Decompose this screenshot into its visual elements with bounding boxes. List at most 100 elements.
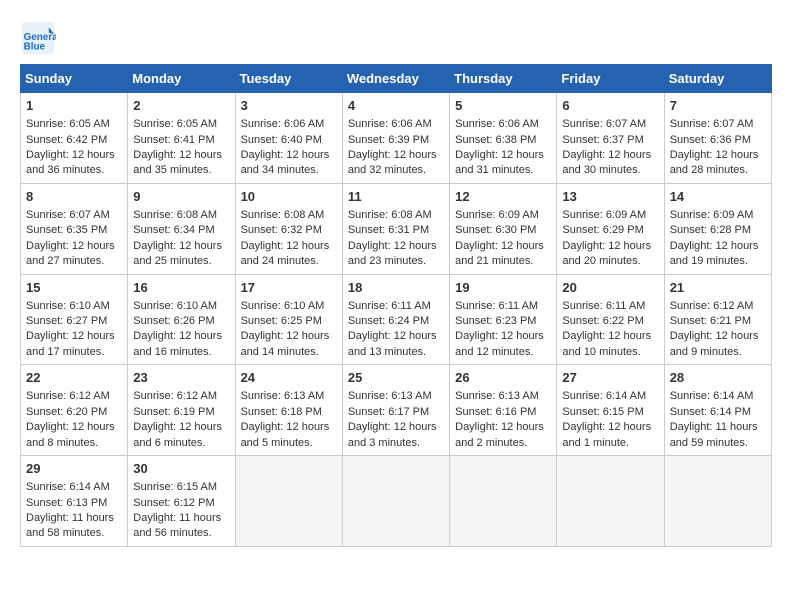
day-number: 22: [26, 369, 122, 387]
calendar-row-week-4: 22Sunrise: 6:12 AMSunset: 6:20 PMDayligh…: [21, 365, 772, 456]
sunrise-text: Sunrise: 6:08 AM: [348, 208, 444, 223]
sunset-text: Sunset: 6:35 PM: [26, 223, 122, 238]
day-number: 19: [455, 279, 551, 297]
sunrise-text: Sunrise: 6:14 AM: [562, 389, 658, 404]
daylight-text: Daylight: 12 hours and 25 minutes.: [133, 239, 229, 270]
daylight-text: Daylight: 12 hours and 21 minutes.: [455, 239, 551, 270]
calendar-row-week-1: 1Sunrise: 6:05 AMSunset: 6:42 PMDaylight…: [21, 93, 772, 184]
svg-text:Blue: Blue: [24, 42, 46, 53]
day-number: 7: [670, 97, 766, 115]
daylight-text: Daylight: 11 hours and 56 minutes.: [133, 511, 229, 542]
daylight-text: Daylight: 12 hours and 5 minutes.: [241, 420, 337, 451]
sunrise-text: Sunrise: 6:15 AM: [133, 480, 229, 495]
sunrise-text: Sunrise: 6:13 AM: [455, 389, 551, 404]
col-header-thursday: Thursday: [450, 65, 557, 93]
day-number: 8: [26, 188, 122, 206]
calendar-cell: 13Sunrise: 6:09 AMSunset: 6:29 PMDayligh…: [557, 183, 664, 274]
sunset-text: Sunset: 6:39 PM: [348, 133, 444, 148]
day-number: 10: [241, 188, 337, 206]
calendar: SundayMondayTuesdayWednesdayThursdayFrid…: [20, 64, 772, 547]
calendar-cell: 8Sunrise: 6:07 AMSunset: 6:35 PMDaylight…: [21, 183, 128, 274]
sunrise-text: Sunrise: 6:12 AM: [670, 299, 766, 314]
day-number: 16: [133, 279, 229, 297]
sunset-text: Sunset: 6:41 PM: [133, 133, 229, 148]
col-header-sunday: Sunday: [21, 65, 128, 93]
calendar-row-week-2: 8 Sunrise: 6:07 AMSunset: 6:35 PM Daylight…: [21, 183, 772, 274]
daylight-text: Daylight: 12 hours and 3 minutes.: [348, 420, 444, 451]
daylight-text: Daylight: 12 hours and 34 minutes.: [241, 148, 337, 179]
day-number: 21: [670, 279, 766, 297]
sunset-text: Sunset: 6:13 PM: [26, 496, 122, 511]
calendar-cell: 17Sunrise: 6:10 AMSunset: 6:25 PMDayligh…: [235, 274, 342, 365]
day-number: 18: [348, 279, 444, 297]
calendar-cell: 7Sunrise: 6:07 AMSunset: 6:36 PMDaylight…: [664, 93, 771, 184]
daylight-text: Daylight: 12 hours and 17 minutes.: [26, 329, 122, 360]
sunset-text: Sunset: 6:16 PM: [455, 405, 551, 420]
day-number: 29: [26, 460, 122, 478]
sunrise-text: Sunrise: 6:05 AM: [133, 117, 229, 132]
calendar-cell: 21Sunrise: 6:12 AMSunset: 6:21 PMDayligh…: [664, 274, 771, 365]
calendar-row-week-5: 29Sunrise: 6:14 AMSunset: 6:13 PMDayligh…: [21, 456, 772, 547]
day-number: 12: [455, 188, 551, 206]
sunset-text: Sunset: 6:40 PM: [241, 133, 337, 148]
calendar-cell: 3Sunrise: 6:06 AMSunset: 6:40 PMDaylight…: [235, 93, 342, 184]
daylight-text: Daylight: 11 hours and 58 minutes.: [26, 511, 122, 542]
header: General Blue: [20, 20, 772, 56]
daylight-text: Daylight: 12 hours and 8 minutes.: [26, 420, 122, 451]
daylight-text: Daylight: 12 hours and 12 minutes.: [455, 329, 551, 360]
calendar-cell: 1Sunrise: 6:05 AMSunset: 6:42 PMDaylight…: [21, 93, 128, 184]
day-number: 25: [348, 369, 444, 387]
calendar-row-week-3: 15Sunrise: 6:10 AMSunset: 6:27 PMDayligh…: [21, 274, 772, 365]
sunset-text: Sunset: 6:26 PM: [133, 314, 229, 329]
sunset-text: Sunset: 6:38 PM: [455, 133, 551, 148]
calendar-cell: 25Sunrise: 6:13 AMSunset: 6:17 PMDayligh…: [342, 365, 449, 456]
sunrise-text: Sunrise: 6:13 AM: [241, 389, 337, 404]
calendar-cell: 23Sunrise: 6:12 AMSunset: 6:19 PMDayligh…: [128, 365, 235, 456]
calendar-cell: 22Sunrise: 6:12 AMSunset: 6:20 PMDayligh…: [21, 365, 128, 456]
sunrise-text: Sunrise: 6:06 AM: [348, 117, 444, 132]
col-header-saturday: Saturday: [664, 65, 771, 93]
day-number: 6: [562, 97, 658, 115]
sunset-text: Sunset: 6:18 PM: [241, 405, 337, 420]
day-number: 11: [348, 188, 444, 206]
day-number: 17: [241, 279, 337, 297]
sunrise-text: Sunrise: 6:14 AM: [26, 480, 122, 495]
day-number: 9: [133, 188, 229, 206]
calendar-cell: [664, 456, 771, 547]
calendar-cell: [450, 456, 557, 547]
sunset-text: Sunset: 6:30 PM: [455, 223, 551, 238]
calendar-cell: 28Sunrise: 6:14 AMSunset: 6:14 PMDayligh…: [664, 365, 771, 456]
daylight-text: Daylight: 12 hours and 23 minutes.: [348, 239, 444, 270]
daylight-text: Daylight: 12 hours and 13 minutes.: [348, 329, 444, 360]
sunset-text: Sunset: 6:17 PM: [348, 405, 444, 420]
calendar-cell: 11 Sunrise: 6:08 AMSunset: 6:31 PMDayligh…: [342, 183, 449, 274]
sunrise-text: Sunrise: 6:05 AM: [26, 117, 122, 132]
daylight-text: Daylight: 12 hours and 20 minutes.: [562, 239, 658, 270]
calendar-cell: 30Sunrise: 6:15 AMSunset: 6:12 PMDayligh…: [128, 456, 235, 547]
day-number: 2: [133, 97, 229, 115]
day-number: 1: [26, 97, 122, 115]
daylight-text: Daylight: 11 hours and 59 minutes.: [670, 420, 766, 451]
day-number: 4: [348, 97, 444, 115]
sunrise-text: Sunrise: 6:11 AM: [455, 299, 551, 314]
day-number: 28: [670, 369, 766, 387]
daylight-text: Daylight: 12 hours and 28 minutes.: [670, 148, 766, 179]
day-number: 30: [133, 460, 229, 478]
sunrise-text: Sunrise: 6:08 AM: [241, 208, 337, 223]
sunrise-text: Sunrise: 6:10 AM: [241, 299, 337, 314]
daylight-text: Daylight: 12 hours and 35 minutes.: [133, 148, 229, 179]
sunrise-text: Sunrise: 6:09 AM: [670, 208, 766, 223]
day-number: 27: [562, 369, 658, 387]
calendar-cell: 16Sunrise: 6:10 AMSunset: 6:26 PMDayligh…: [128, 274, 235, 365]
calendar-cell: 20Sunrise: 6:11 AMSunset: 6:22 PMDayligh…: [557, 274, 664, 365]
sunrise-text: Sunrise: 6:07 AM: [26, 208, 122, 223]
daylight-text: Daylight: 12 hours and 14 minutes.: [241, 329, 337, 360]
sunrise-text: Sunrise: 6:06 AM: [455, 117, 551, 132]
calendar-cell: 29 Sunrise: 6:14 AMSunset: 6:13 PMDayligh…: [21, 456, 128, 547]
sunrise-text: Sunrise: 6:14 AM: [670, 389, 766, 404]
sunrise-text: Sunrise: 6:06 AM: [241, 117, 337, 132]
sunrise-text: Sunrise: 6:09 AM: [562, 208, 658, 223]
sunset-text: Sunset: 6:31 PM: [348, 223, 444, 238]
daylight-text: Daylight: 12 hours and 31 minutes.: [455, 148, 551, 179]
sunrise-text: Sunrise: 6:07 AM: [670, 117, 766, 132]
